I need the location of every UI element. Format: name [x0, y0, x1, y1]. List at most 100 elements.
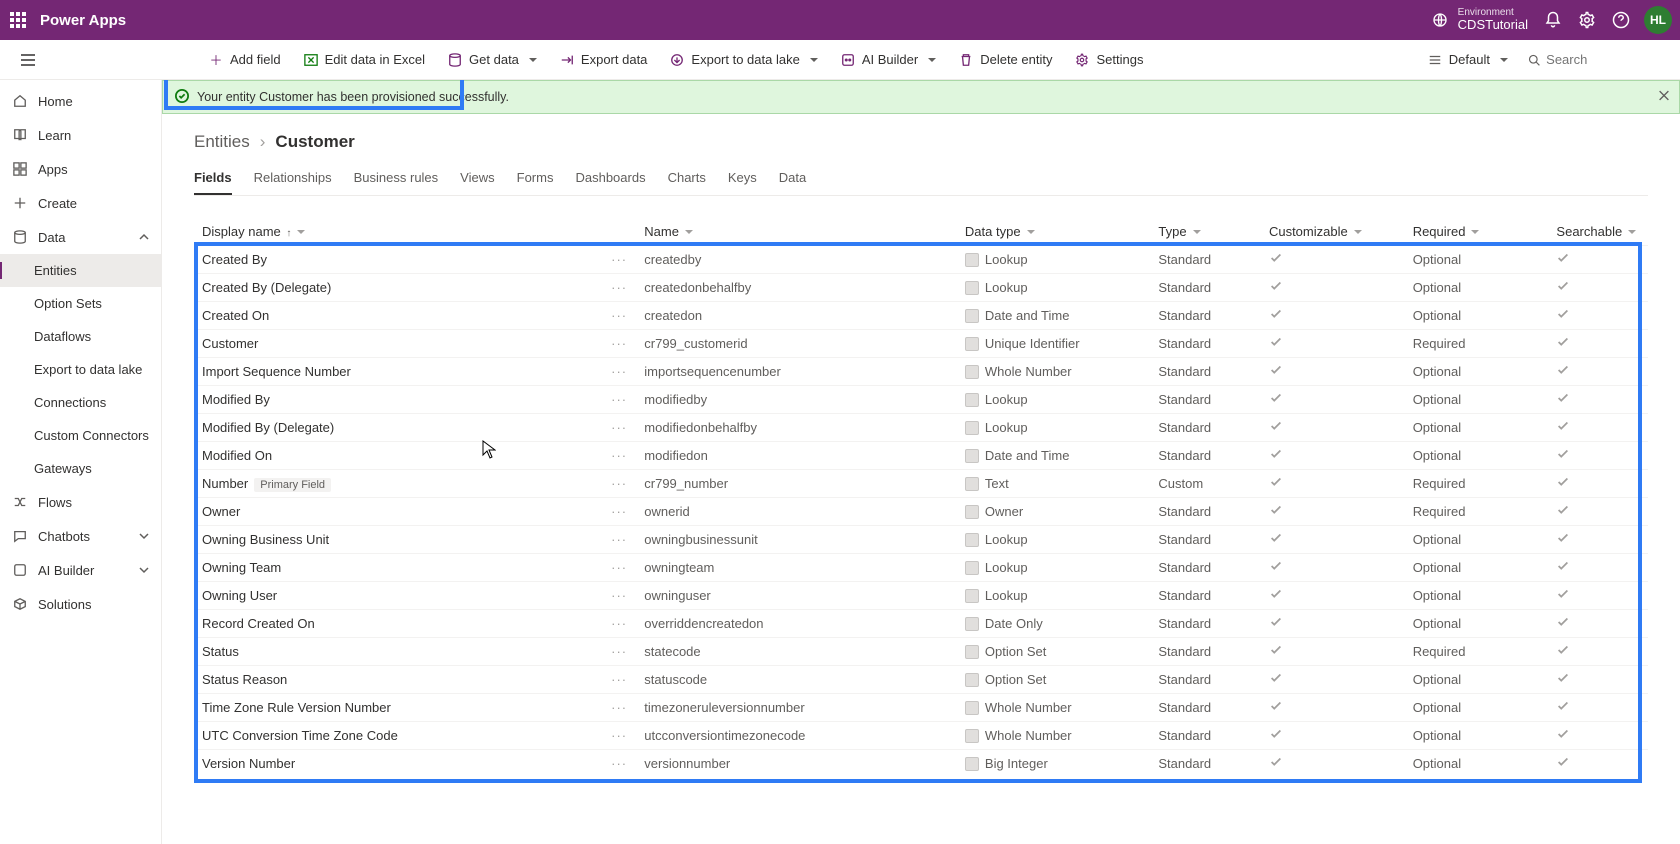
tab-dashboards[interactable]: Dashboards [575, 162, 645, 195]
app-launcher-button[interactable] [8, 10, 28, 30]
row-more-button[interactable]: ··· [611, 672, 627, 687]
table-row[interactable]: Owning Team···owningteamLookupStandardOp… [194, 554, 1648, 582]
table-row[interactable]: Time Zone Rule Version Number···timezone… [194, 694, 1648, 722]
datatype-icon [965, 729, 979, 743]
row-more-button[interactable]: ··· [611, 532, 627, 547]
row-more-button[interactable]: ··· [611, 504, 627, 519]
table-row[interactable]: NumberPrimary Field···cr799_numberTextCu… [194, 470, 1648, 498]
edit-excel-button[interactable]: Edit data in Excel [295, 48, 433, 72]
cell-searchable [1548, 638, 1648, 666]
row-more-button[interactable]: ··· [611, 336, 627, 351]
sidebar-item-entities[interactable]: Entities [0, 254, 161, 287]
table-row[interactable]: Import Sequence Number···importsequencen… [194, 358, 1648, 386]
tab-views[interactable]: Views [460, 162, 494, 195]
export-data-button[interactable]: Export data [551, 48, 656, 72]
cmd-settings-button[interactable]: Settings [1066, 48, 1151, 72]
sidebar-item-home[interactable]: Home [0, 84, 161, 118]
col-searchable[interactable]: Searchable [1548, 218, 1648, 246]
add-field-button[interactable]: ＋Add field [200, 48, 289, 72]
table-row[interactable]: Created By (Delegate)···createdonbehalfb… [194, 274, 1648, 302]
sidebar-item-option-sets[interactable]: Option Sets [0, 287, 161, 320]
sidebar-item-chatbots[interactable]: Chatbots [0, 519, 161, 553]
table-row[interactable]: Owning Business Unit···owningbusinessuni… [194, 526, 1648, 554]
col-display-name[interactable]: Display name ↑ [194, 218, 603, 246]
table-row[interactable]: Owner···owneridOwnerStandardRequired [194, 498, 1648, 526]
chevron-down-icon [1187, 224, 1201, 239]
environment-name: CDSTutorial [1458, 18, 1528, 32]
tab-keys[interactable]: Keys [728, 162, 757, 195]
row-more-button[interactable]: ··· [611, 280, 627, 295]
sidebar-item-apps[interactable]: Apps [0, 152, 161, 186]
environment-selector[interactable]: Environment CDSTutorial [1432, 7, 1528, 32]
table-row[interactable]: Record Created On···overriddencreatedonD… [194, 610, 1648, 638]
col-name[interactable]: Name [636, 218, 957, 246]
excel-icon [303, 52, 319, 68]
cell-name: owninguser [636, 582, 957, 610]
col-required[interactable]: Required [1405, 218, 1549, 246]
table-row[interactable]: UTC Conversion Time Zone Code···utcconve… [194, 722, 1648, 750]
row-more-button[interactable]: ··· [611, 588, 627, 603]
row-more-button[interactable]: ··· [611, 392, 627, 407]
settings-button[interactable] [1570, 0, 1604, 40]
sidebar-item-data[interactable]: Data [0, 220, 161, 254]
view-mode-button[interactable]: Default [1419, 48, 1516, 72]
row-more-button[interactable]: ··· [611, 756, 627, 771]
row-more-button[interactable]: ··· [611, 616, 627, 631]
breadcrumb-root[interactable]: Entities [194, 132, 250, 152]
table-row[interactable]: Status···statecodeOption SetStandardRequ… [194, 638, 1648, 666]
delete-entity-button[interactable]: Delete entity [950, 48, 1060, 72]
row-more-button[interactable]: ··· [611, 252, 627, 267]
help-button[interactable] [1604, 0, 1638, 40]
tab-business-rules[interactable]: Business rules [354, 162, 439, 195]
tab-forms[interactable]: Forms [517, 162, 554, 195]
table-row[interactable]: Modified By (Delegate)···modifiedonbehal… [194, 414, 1648, 442]
col-data-type[interactable]: Data type [957, 218, 1150, 246]
sidebar-item-export-lake[interactable]: Export to data lake [0, 353, 161, 386]
sidebar-item-learn[interactable]: Learn [0, 118, 161, 152]
sidebar-item-dataflows[interactable]: Dataflows [0, 320, 161, 353]
row-more-button[interactable]: ··· [611, 476, 627, 491]
search-field[interactable] [1546, 52, 1666, 67]
row-more-button[interactable]: ··· [611, 448, 627, 463]
table-row[interactable]: Modified On···modifiedonDate and TimeSta… [194, 442, 1648, 470]
table-row[interactable]: Owning User···owninguserLookupStandardOp… [194, 582, 1648, 610]
sidebar-item-ai-builder[interactable]: AI Builder [0, 553, 161, 587]
search-input[interactable] [1522, 50, 1672, 69]
nav-toggle-button[interactable] [8, 40, 48, 80]
waffle-icon [10, 12, 26, 28]
col-type[interactable]: Type [1150, 218, 1261, 246]
row-more-button[interactable]: ··· [611, 560, 627, 575]
sidebar-item-flows[interactable]: Flows [0, 485, 161, 519]
notifications-button[interactable] [1536, 0, 1570, 40]
table-row[interactable]: Modified By···modifiedbyLookupStandardOp… [194, 386, 1648, 414]
table-row[interactable]: Version Number···versionnumberBig Intege… [194, 750, 1648, 778]
tab-charts[interactable]: Charts [668, 162, 706, 195]
tab-relationships[interactable]: Relationships [254, 162, 332, 195]
notification-close-button[interactable] [1657, 89, 1671, 106]
sidebar-item-connections[interactable]: Connections [0, 386, 161, 419]
export-lake-button[interactable]: Export to data lake [661, 48, 825, 72]
table-row[interactable]: Created By···createdbyLookupStandardOpti… [194, 246, 1648, 274]
cell-type: Standard [1150, 414, 1261, 442]
sidebar-item-solutions[interactable]: Solutions [0, 587, 161, 621]
tab-fields[interactable]: Fields [194, 162, 232, 195]
table-row[interactable]: Created On···createdonDate and TimeStand… [194, 302, 1648, 330]
cell-required: Required [1405, 498, 1549, 526]
ai-builder-button[interactable]: AI Builder [832, 48, 944, 72]
sidebar-item-custom-connectors[interactable]: Custom Connectors [0, 419, 161, 452]
row-more-button[interactable]: ··· [611, 728, 627, 743]
get-data-button[interactable]: Get data [439, 48, 545, 72]
sidebar-item-gateways[interactable]: Gateways [0, 452, 161, 485]
tab-data[interactable]: Data [779, 162, 806, 195]
app-header: Power Apps Environment CDSTutorial HL [0, 0, 1680, 40]
row-more-button[interactable]: ··· [611, 308, 627, 323]
row-more-button[interactable]: ··· [611, 420, 627, 435]
row-more-button[interactable]: ··· [611, 644, 627, 659]
col-customizable[interactable]: Customizable [1261, 218, 1405, 246]
user-avatar[interactable]: HL [1644, 6, 1672, 34]
row-more-button[interactable]: ··· [611, 700, 627, 715]
table-row[interactable]: Status Reason···statuscodeOption SetStan… [194, 666, 1648, 694]
sidebar-item-create[interactable]: Create [0, 186, 161, 220]
table-row[interactable]: Customer···cr799_customeridUnique Identi… [194, 330, 1648, 358]
row-more-button[interactable]: ··· [611, 364, 627, 379]
